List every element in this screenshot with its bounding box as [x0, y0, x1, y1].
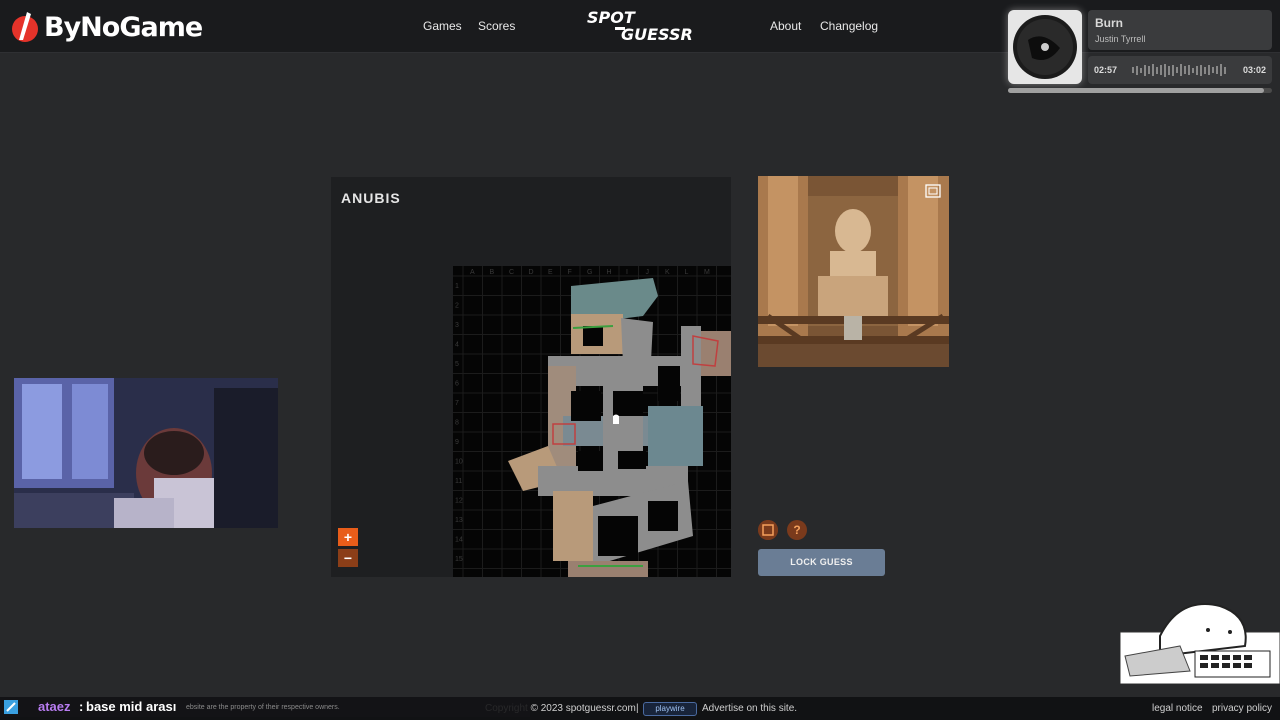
song-title: Burn [1095, 16, 1123, 30]
grid-row-label: 6 [455, 381, 459, 388]
privacy-policy-link[interactable]: privacy policy [1212, 703, 1272, 714]
stream-chat-overlay: ebsite are the property of their respect… [0, 697, 530, 717]
grid-col-label: B [490, 269, 495, 276]
grid-row-label: 8 [455, 420, 459, 427]
nav-games[interactable]: Games [423, 19, 462, 33]
radar-map-graphic[interactable]: A B C D E F G H I J K L M123456789101112131415 [453, 266, 731, 577]
grid-col-label: G [587, 269, 592, 276]
grid-row-label: 12 [455, 498, 463, 505]
grid-col-label: C [509, 269, 514, 276]
grid-row-label: 2 [455, 303, 459, 310]
nav-changelog[interactable]: Changelog [820, 19, 878, 33]
legal-notice-link[interactable]: legal notice [1152, 703, 1203, 714]
total-time: 03:02 [1242, 65, 1266, 75]
grid-row-label: 13 [455, 517, 463, 524]
spotguessr-logo[interactable]: SPOT GUESSR [585, 8, 695, 46]
grid-col-label: J [646, 269, 650, 276]
waveform-icon [1132, 63, 1232, 77]
song-artist: Justin Tyrrell [1095, 34, 1146, 44]
grid-col-label: I [626, 269, 628, 276]
webcam-overlay [14, 378, 278, 528]
time-display: 02:57 03:02 [1088, 56, 1272, 84]
grid-col-label: M [704, 269, 710, 276]
grid-row-label: 9 [455, 439, 459, 446]
grid-col-label: K [665, 269, 670, 276]
bynogame-logo[interactable]: ByNoGame [10, 10, 203, 44]
nav-about[interactable]: About [770, 19, 801, 33]
grid-col-label: D [529, 269, 534, 276]
grid-col-label: L [685, 269, 689, 276]
lock-guess-button[interactable]: LOCK GUESS [758, 549, 885, 576]
footer-separator: | [636, 703, 639, 714]
grid-row-label: 15 [455, 556, 463, 563]
chat-badge-icon [4, 700, 18, 714]
grid-col-label: A [470, 269, 475, 276]
playwire-badge[interactable]: playwire [643, 702, 697, 716]
zoom-in-button[interactable]: + [338, 528, 358, 546]
chat-username: ataez [38, 699, 71, 714]
chat-message: base mid arası [86, 699, 177, 714]
footer-disclaimer: ebsite are the property of their respect… [186, 704, 340, 711]
grid-row-label: 7 [455, 400, 459, 407]
expand-icon[interactable] [925, 184, 941, 198]
help-button[interactable]: ? [787, 520, 807, 540]
chat-separator: : [79, 699, 84, 714]
grid-col-label: F [568, 269, 572, 276]
advertise-link[interactable]: Advertise on this site. [702, 703, 797, 714]
grid-col-label: H [607, 269, 612, 276]
bynogame-flame-icon [12, 12, 38, 42]
song-info: Burn Justin Tyrrell [1088, 10, 1272, 50]
map-icon [758, 520, 778, 540]
grid-row-label: 5 [455, 361, 459, 368]
grid-row-label: 14 [455, 537, 463, 544]
now-playing-widget: Burn Justin Tyrrell 02:57 03:02 [1008, 10, 1272, 96]
bongo-cat-overlay [1119, 596, 1280, 685]
nav-scores[interactable]: Scores [478, 19, 515, 33]
playwire-label: playwire [655, 704, 685, 713]
location-photo [758, 176, 949, 367]
song-progress-fill [1008, 88, 1265, 93]
logo-line2: GUESSR [621, 25, 693, 44]
zoom-out-button[interactable]: − [338, 549, 358, 567]
map-name: ANUBIS [341, 190, 401, 206]
brand-name: ByNoGame [44, 11, 203, 43]
map-switch-button[interactable] [758, 520, 778, 540]
map-panel: ANUBIS A B C D E F G H I J K L M 1 2 3 4 5 6 7 8 9 10 11 12 13 14 1… [331, 177, 731, 577]
radar-map[interactable]: A B C D E F G H I J K L M 1 2 3 4 5 6 7 8 9 10 11 12 13 14 15 [453, 266, 731, 577]
grid-row-label: 1 [455, 283, 459, 290]
grid-row-label: 3 [455, 322, 459, 329]
grid-row-label: 4 [455, 342, 459, 349]
album-cover [1008, 10, 1082, 84]
help-icon: ? [793, 523, 801, 537]
grid-row-label: 10 [455, 459, 463, 466]
grid-col-label: E [548, 269, 553, 276]
grid-row-label: 11 [455, 478, 462, 485]
hand-cursor-icon [613, 414, 619, 424]
current-time: 02:57 [1094, 65, 1118, 75]
song-progress-bar [1008, 88, 1272, 93]
